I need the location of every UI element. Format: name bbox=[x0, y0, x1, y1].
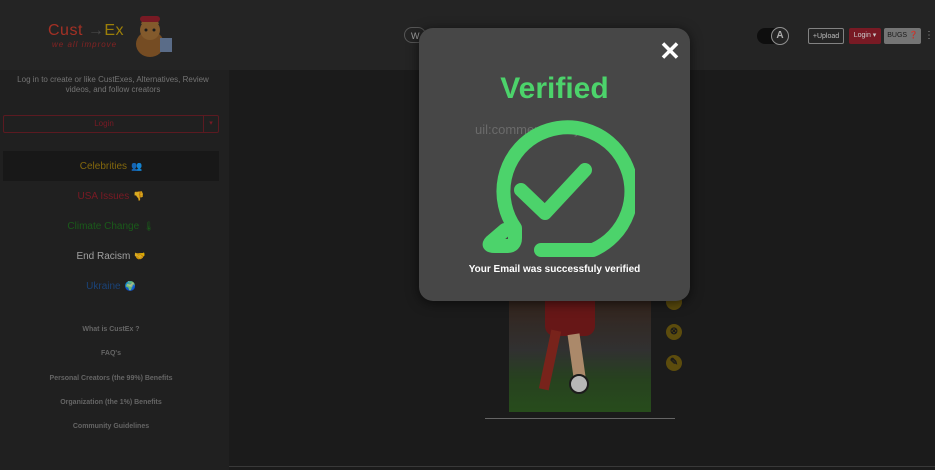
close-icon[interactable]: ✕ bbox=[659, 38, 681, 64]
modal-title: Verified bbox=[500, 72, 609, 105]
verified-modal: ✕ Verified uil:comment-verify Your Email… bbox=[419, 28, 690, 301]
verification-message: Your Email was successfuly verified bbox=[468, 264, 641, 275]
comment-verify-icon bbox=[482, 120, 635, 257]
